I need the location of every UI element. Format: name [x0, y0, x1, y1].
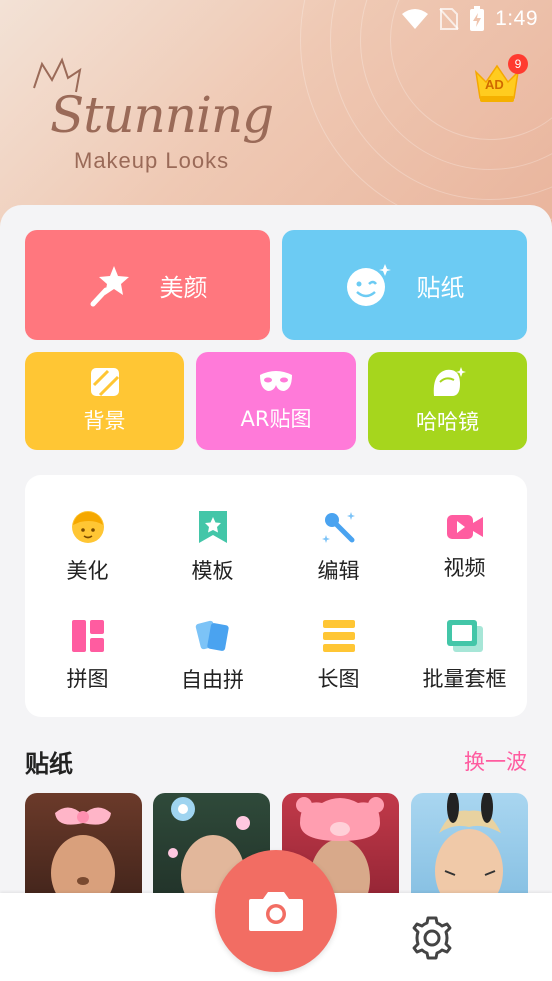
funhouse-mirror-tile-label: 哈哈镜	[416, 410, 479, 434]
tool-long-image[interactable]: 长图	[276, 606, 401, 706]
tool-beautify-label: 美化	[66, 559, 109, 583]
app-logo: Stunning Makeup Looks	[28, 56, 298, 186]
refresh-stickers-link[interactable]: 换一波	[464, 746, 527, 776]
tool-free-collage-label: 自由拼	[181, 668, 244, 692]
magic-wand-star-icon	[90, 266, 129, 307]
funhouse-mirror-face-icon	[433, 367, 466, 396]
wifi-icon	[402, 9, 429, 29]
background-tile-label: 背景	[83, 409, 126, 433]
beautify-face-icon	[71, 511, 104, 543]
status-bar: 1:49	[0, 0, 552, 38]
beauty-tile[interactable]: 美颜	[25, 230, 270, 340]
camera-icon	[249, 892, 303, 931]
sticker-section-title: 贴纸	[25, 750, 73, 778]
sticker-tile-label: 贴纸	[416, 273, 465, 302]
camera-button[interactable]	[215, 850, 337, 972]
sticker-tile[interactable]: 贴纸	[282, 230, 527, 340]
tool-edit[interactable]: 编辑	[276, 497, 401, 597]
notification-badge: 9	[508, 54, 528, 74]
logo-subtitle: Makeup Looks	[74, 148, 230, 173]
tool-batch-frame-label: 批量套框	[422, 667, 507, 691]
tool-template[interactable]: 模板	[150, 497, 275, 597]
tool-free-collage[interactable]: 自由拼	[150, 606, 275, 706]
free-collage-cards-icon	[195, 620, 229, 651]
wink-face-icon	[346, 264, 391, 306]
tool-template-label: 模板	[191, 559, 234, 583]
long-image-icon	[322, 620, 355, 652]
video-camera-icon	[446, 515, 483, 539]
tool-video[interactable]: 视频	[402, 497, 527, 597]
settings-button[interactable]	[408, 914, 456, 962]
tool-long-image-label: 长图	[317, 667, 360, 691]
ad-label: AD	[485, 77, 504, 92]
ar-sticker-tile-label: AR贴图	[240, 407, 312, 431]
tool-video-label: 视频	[443, 556, 486, 580]
background-tile[interactable]: 背景	[25, 352, 184, 450]
background-stripes-icon	[90, 368, 119, 397]
no-sim-icon	[439, 8, 459, 30]
tool-collage-label: 拼图	[66, 667, 109, 691]
template-bookmark-icon	[198, 511, 227, 543]
tool-batch-frame[interactable]: 批量套框	[402, 606, 527, 706]
status-time: 1:49	[495, 7, 538, 30]
tool-collage[interactable]: 拼图	[25, 606, 150, 706]
beauty-tile-label: 美颜	[159, 273, 208, 302]
ar-sticker-tile[interactable]: AR贴图	[196, 352, 356, 450]
edit-brush-icon	[321, 512, 355, 543]
battery-charging-icon	[470, 6, 485, 31]
mask-icon	[260, 371, 292, 391]
tool-beautify[interactable]: 美化	[25, 497, 150, 597]
logo-title: Stunning	[50, 86, 274, 144]
batch-frame-icon	[446, 620, 483, 652]
gear-icon	[412, 916, 452, 960]
collage-grid-icon	[71, 620, 104, 652]
tool-edit-label: 编辑	[317, 559, 360, 583]
funhouse-mirror-tile[interactable]: 哈哈镜	[368, 352, 527, 450]
